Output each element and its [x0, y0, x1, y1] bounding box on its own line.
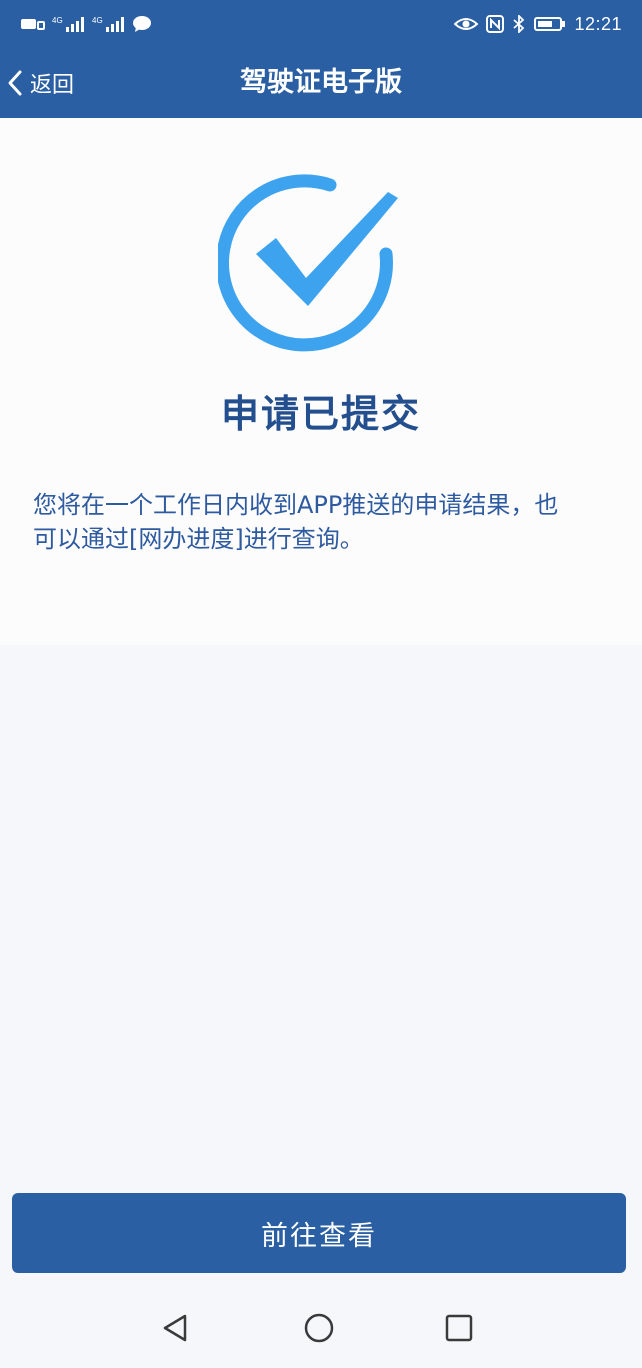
page-title: 驾驶证电子版 — [240, 67, 402, 98]
chevron-left-icon — [8, 70, 22, 96]
bluetooth-icon — [513, 15, 525, 33]
back-label: 返回 — [30, 73, 75, 98]
signal-icon: 4G — [92, 16, 124, 32]
status-right-icons: 12:21 — [454, 12, 622, 36]
result-card: 申请已提交 您将在一个工作日内收到APP推送的申请结果，也可以通过[网办进度]进… — [0, 118, 642, 645]
status-bar: 4G 4G 12:21 — [0, 0, 642, 48]
back-triangle-icon[interactable] — [158, 1310, 194, 1346]
signal-icon: 4G — [52, 16, 84, 32]
svg-text:4G: 4G — [92, 16, 103, 25]
result-title: 申请已提交 — [220, 392, 421, 436]
system-nav-bar — [0, 1290, 642, 1368]
check-circle-icon — [218, 174, 398, 352]
nfc-icon — [486, 15, 505, 33]
sim-icon — [21, 19, 45, 30]
status-time: 12:21 — [574, 13, 622, 34]
message-icon — [133, 16, 151, 32]
recents-square-icon[interactable] — [441, 1310, 477, 1346]
eye-icon — [454, 18, 479, 30]
result-description: 您将在一个工作日内收到APP推送的申请结果，也可以通过[网办进度]进行查询。 — [33, 491, 559, 553]
home-circle-icon[interactable] — [301, 1310, 337, 1346]
view-button[interactable]: 前往查看 — [12, 1193, 626, 1273]
battery-icon — [534, 17, 566, 31]
back-button[interactable]: 返回 — [0, 58, 86, 108]
status-left-icons: 4G 4G — [20, 12, 152, 36]
nav-bar: 返回 驾驶证电子版 — [0, 48, 642, 118]
svg-text:4G: 4G — [52, 16, 63, 25]
